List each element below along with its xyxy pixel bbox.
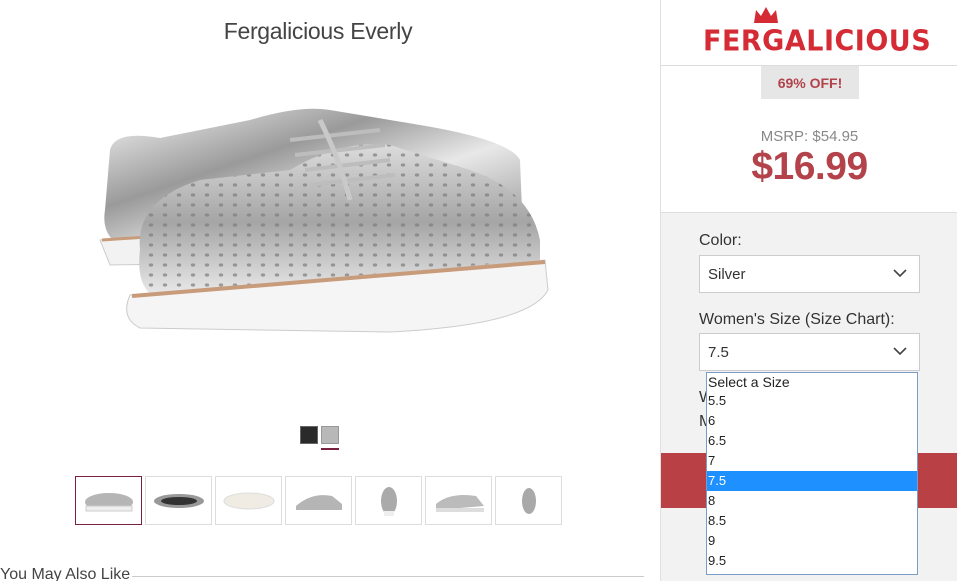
thumbnail-5[interactable] bbox=[355, 476, 422, 525]
thumbnail-1[interactable] bbox=[75, 476, 142, 525]
chevron-down-icon bbox=[893, 347, 907, 356]
size-option-selected[interactable]: 7.5 bbox=[707, 471, 917, 491]
thumbnail-4[interactable] bbox=[285, 476, 352, 525]
color-select[interactable]: Silver bbox=[699, 255, 920, 293]
product-page: Fergalicious Everly You May Also Like FE… bbox=[0, 0, 957, 581]
brand-logo-area: FERGALICIOUS bbox=[661, 0, 957, 66]
brand-logo[interactable]: FERGALICIOUS bbox=[703, 25, 931, 58]
size-select-value: 7.5 bbox=[708, 343, 729, 361]
shoe-angle-thumb-icon bbox=[435, 494, 484, 512]
divider bbox=[132, 576, 644, 577]
size-option[interactable]: 8.5 bbox=[707, 511, 917, 531]
size-option[interactable]: 7 bbox=[707, 451, 917, 471]
size-label: Women's Size (Size Chart): bbox=[699, 311, 895, 328]
chevron-down-icon bbox=[893, 269, 907, 278]
shoe-side-thumb-icon bbox=[153, 493, 204, 508]
msrp-price: MSRP: $54.95 bbox=[760, 128, 859, 145]
shoe-back-thumb-icon bbox=[521, 487, 536, 514]
color-select-value: Silver bbox=[708, 265, 746, 283]
product-title: Fergalicious Everly bbox=[223, 18, 413, 44]
size-option[interactable]: 9 bbox=[707, 531, 917, 551]
size-option[interactable]: 5.5 bbox=[707, 391, 917, 411]
size-option[interactable]: Select a Size bbox=[707, 373, 917, 391]
size-option[interactable]: 6 bbox=[707, 411, 917, 431]
discount-badge: 69% OFF! bbox=[761, 66, 859, 99]
main-product-image[interactable] bbox=[90, 100, 560, 350]
size-select[interactable]: 7.5 bbox=[699, 333, 920, 371]
size-option[interactable]: 9.5 bbox=[707, 551, 917, 571]
color-label: Color: bbox=[699, 232, 742, 249]
shoe-profile-thumb-icon bbox=[295, 494, 342, 510]
size-dropdown-list[interactable]: Select a Size 5.5 6 6.5 7 7.5 8 8.5 9 9.… bbox=[706, 372, 918, 575]
size-option[interactable]: 6.5 bbox=[707, 431, 917, 451]
thumbnail-6[interactable] bbox=[425, 476, 492, 525]
shoe-front-thumb-icon bbox=[380, 486, 397, 516]
shoe-thumb-icon bbox=[84, 492, 133, 511]
thumbnail-7[interactable] bbox=[495, 476, 562, 525]
shoe-image bbox=[99, 108, 549, 333]
thumbnail-3[interactable] bbox=[215, 476, 282, 525]
sale-price: $16.99 bbox=[751, 145, 868, 188]
swatch-black[interactable] bbox=[300, 426, 318, 444]
crown-icon bbox=[754, 7, 778, 23]
selected-swatch-indicator bbox=[321, 448, 339, 450]
thumbnail-2[interactable] bbox=[145, 476, 212, 525]
color-swatches bbox=[300, 426, 339, 444]
size-option[interactable]: 8 bbox=[707, 491, 917, 511]
swatch-silver[interactable] bbox=[321, 426, 339, 444]
thumbnail-strip bbox=[75, 476, 562, 525]
also-like-heading: You May Also Like bbox=[0, 566, 131, 581]
shoe-sole-thumb-icon bbox=[223, 492, 274, 509]
product-gallery: Fergalicious Everly You May Also Like bbox=[0, 0, 660, 581]
